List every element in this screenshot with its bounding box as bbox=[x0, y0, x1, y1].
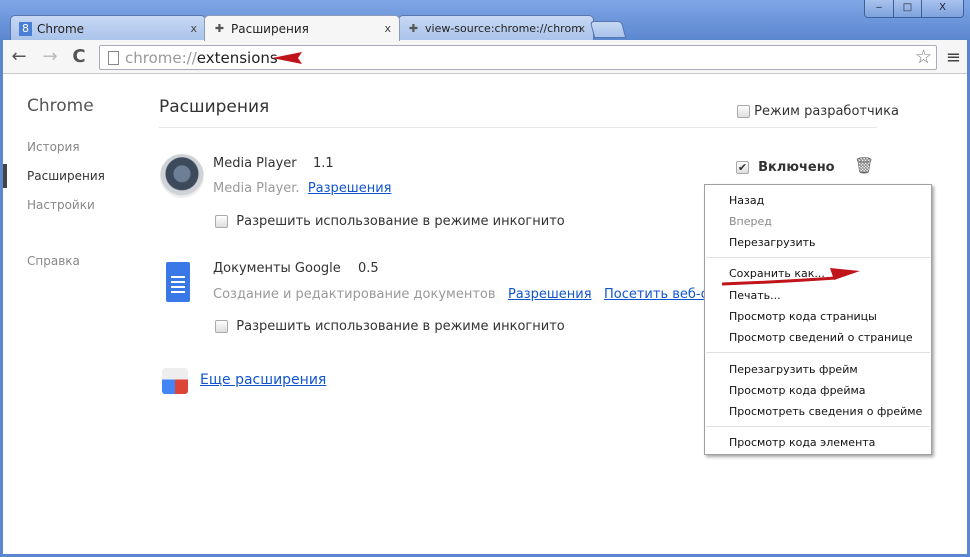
menu-separator bbox=[706, 426, 930, 427]
new-tab-button[interactable] bbox=[589, 21, 627, 38]
puzzle-icon: ✚ bbox=[214, 22, 225, 35]
bookmark-star-icon[interactable]: ☆ bbox=[915, 46, 932, 68]
minimize-button[interactable]: ‒ bbox=[865, 0, 893, 17]
menu-item-inspect-element[interactable]: Просмотр кода элемента bbox=[729, 436, 875, 449]
close-tab-icon[interactable]: x bbox=[190, 16, 197, 41]
menu-icon[interactable]: ≡ bbox=[946, 47, 961, 68]
puzzle-icon: ✚ bbox=[408, 22, 419, 35]
tab-label: view-source:chrome://chrom bbox=[425, 22, 582, 35]
incognito-option[interactable]: Разрешить использование в режиме инкогни… bbox=[215, 214, 565, 229]
extension-version: 1.1 bbox=[313, 156, 334, 171]
divider bbox=[159, 127, 877, 128]
context-menu: Назад Вперед Перезагрузить Сохранить как… bbox=[704, 184, 932, 455]
menu-item-print[interactable]: Печать... bbox=[729, 289, 781, 302]
menu-item-reload-frame[interactable]: Перезагрузить фрейм bbox=[729, 363, 858, 376]
selected-indicator bbox=[3, 164, 7, 188]
annotation-arrow-icon bbox=[272, 52, 302, 64]
url-text: chrome://extensions bbox=[125, 49, 278, 67]
sidebar-title: Chrome bbox=[27, 96, 94, 116]
permissions-link[interactable]: Разрешения bbox=[508, 287, 592, 302]
extension-description: Media Player. bbox=[213, 181, 300, 196]
media-player-icon bbox=[160, 154, 204, 198]
tab-chrome[interactable]: 8 Chrome x bbox=[10, 15, 206, 41]
menu-separator bbox=[706, 352, 930, 353]
checkbox[interactable] bbox=[215, 215, 228, 228]
close-tab-icon[interactable]: x bbox=[578, 16, 585, 41]
sidebar-item-help[interactable]: Справка bbox=[27, 254, 80, 268]
reload-icon[interactable]: C bbox=[69, 46, 89, 68]
close-tab-icon[interactable]: x bbox=[384, 16, 391, 41]
menu-separator bbox=[706, 257, 930, 258]
menu-item-reload[interactable]: Перезагрузить bbox=[729, 236, 816, 249]
menu-item-view-source[interactable]: Просмотр кода страницы bbox=[729, 310, 877, 323]
tab-label: Расширения bbox=[231, 22, 309, 36]
back-icon[interactable]: ← bbox=[9, 46, 29, 68]
page-title: Расширения bbox=[159, 97, 270, 117]
forward-icon[interactable]: → bbox=[40, 46, 60, 68]
sidebar-item-extensions[interactable]: Расширения bbox=[27, 169, 105, 183]
extension-description: Создание и редактирование документов bbox=[213, 287, 496, 302]
developer-mode-toggle[interactable]: Режим разработчика bbox=[737, 104, 899, 119]
menu-item-forward[interactable]: Вперед bbox=[729, 215, 772, 228]
checkbox-checked[interactable]: ✔ bbox=[736, 161, 749, 174]
menu-item-frame-info[interactable]: Просмотреть сведения о фрейме bbox=[729, 405, 922, 418]
incognito-option[interactable]: Разрешить использование в режиме инкогни… bbox=[215, 319, 565, 334]
sidebar-item-settings[interactable]: Настройки bbox=[27, 198, 95, 212]
close-window-button[interactable]: X bbox=[921, 0, 963, 17]
chrome-web-store-icon bbox=[162, 368, 188, 394]
more-extensions-link[interactable]: Еще расширения bbox=[200, 372, 326, 388]
enabled-toggle[interactable]: ✔ Включено bbox=[736, 160, 835, 175]
page-icon bbox=[108, 51, 119, 65]
window-controls: ‒ □ X bbox=[864, 0, 964, 18]
google-docs-icon bbox=[166, 262, 190, 302]
extension-name: Документы Google bbox=[213, 261, 341, 276]
permissions-link[interactable]: Разрешения bbox=[308, 181, 392, 196]
menu-item-page-info[interactable]: Просмотр сведений о странице bbox=[729, 331, 913, 344]
google-icon: 8 bbox=[19, 22, 32, 36]
extension-version: 0.5 bbox=[358, 261, 379, 276]
toolbar: ← → C chrome://extensions ☆ ≡ bbox=[3, 40, 967, 74]
maximize-button[interactable]: □ bbox=[893, 0, 921, 17]
checkbox[interactable] bbox=[215, 320, 228, 333]
trash-icon[interactable]: 🗑 bbox=[854, 156, 874, 175]
tab-extensions[interactable]: ✚ Расширения x bbox=[204, 15, 400, 41]
address-bar[interactable]: chrome://extensions ☆ bbox=[99, 45, 937, 70]
tab-view-source[interactable]: ✚ view-source:chrome://chrom x bbox=[398, 15, 594, 41]
checkbox[interactable] bbox=[737, 105, 750, 118]
annotation-arrow-icon bbox=[721, 268, 860, 286]
tab-label: Chrome bbox=[37, 22, 85, 36]
extension-name: Media Player bbox=[213, 156, 297, 171]
menu-item-view-frame-source[interactable]: Просмотр кода фрейма bbox=[729, 384, 866, 397]
sidebar-item-history[interactable]: История bbox=[27, 140, 80, 154]
menu-item-back[interactable]: Назад bbox=[729, 194, 764, 207]
